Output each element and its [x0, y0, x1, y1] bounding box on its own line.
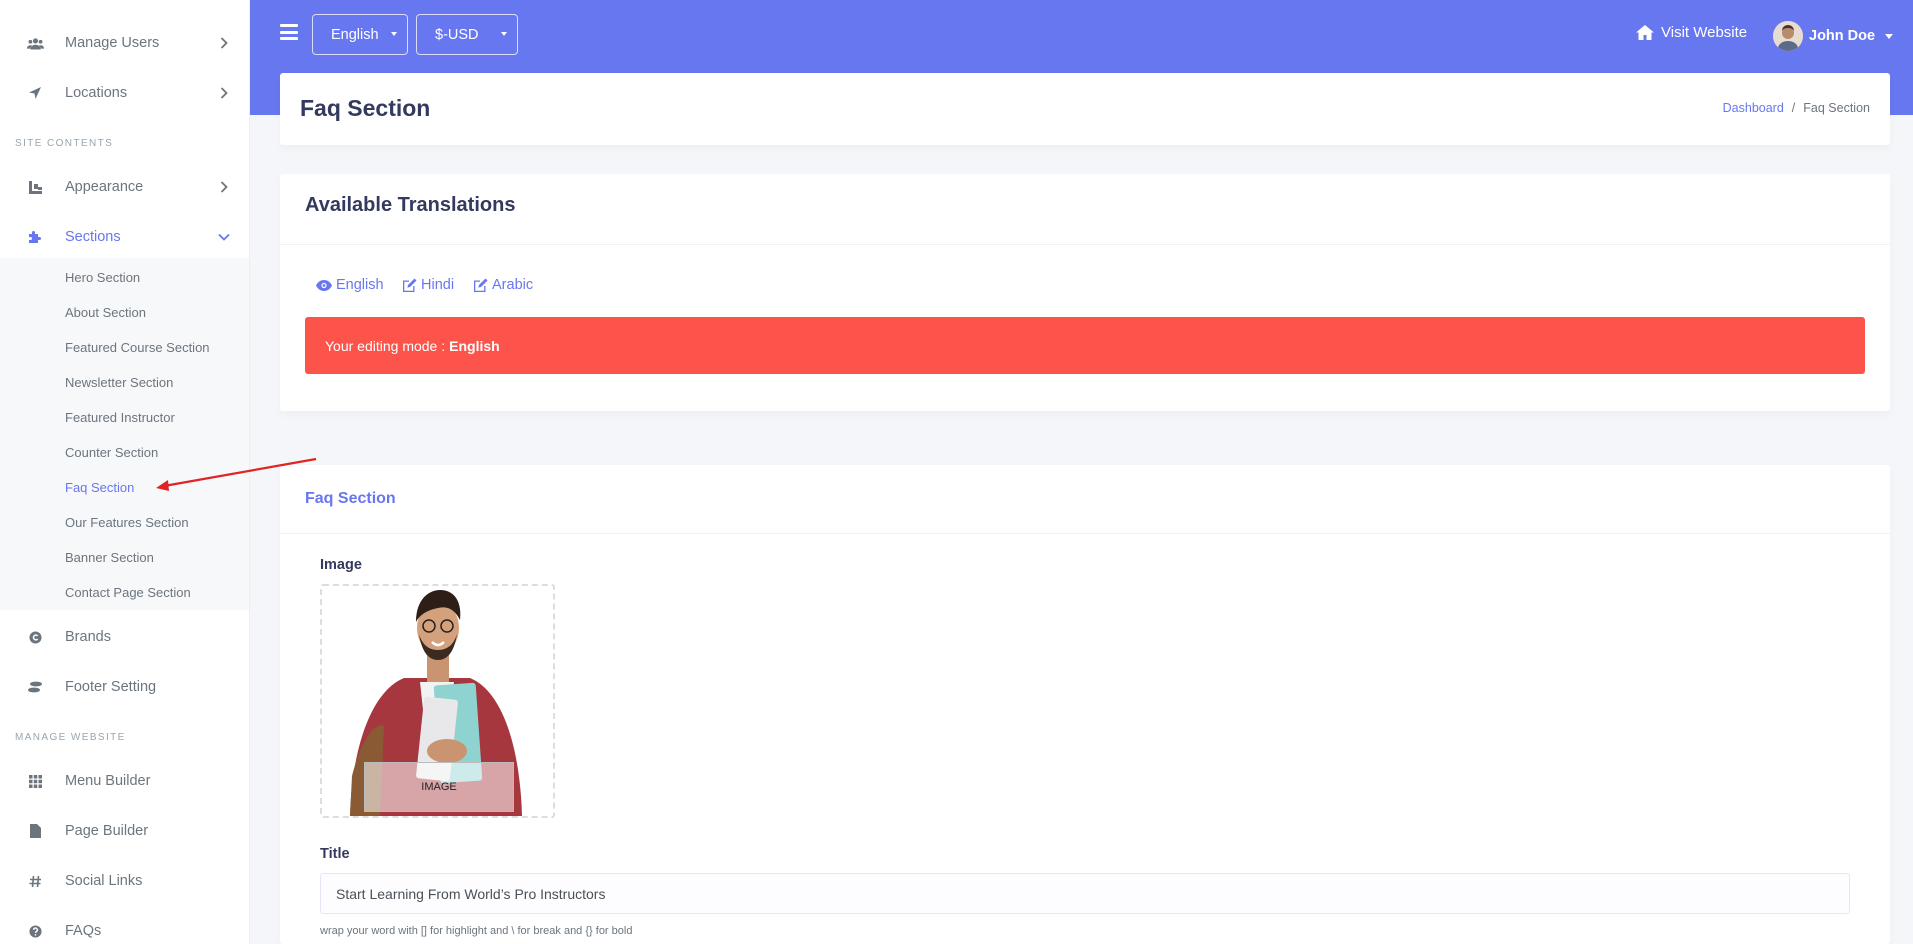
- sidebar-item-appearance[interactable]: Appearance: [0, 164, 249, 210]
- sidebar-item-faqs[interactable]: FAQs: [0, 908, 249, 944]
- grid-icon: [26, 772, 44, 790]
- sidebar-item-label: Menu Builder: [65, 773, 151, 789]
- edit-icon: [403, 278, 417, 292]
- annotation-arrow-icon: [156, 457, 317, 491]
- image-label: Image: [320, 557, 362, 573]
- sidebar-item-label: Social Links: [65, 873, 143, 889]
- avatar: [1773, 21, 1803, 51]
- title-label: Title: [320, 846, 350, 862]
- editing-mode-language: English: [449, 337, 500, 354]
- edit-icon: [474, 278, 488, 292]
- editing-mode-alert: Your editing mode : English: [305, 317, 1865, 374]
- currency-select[interactable]: $-USD: [416, 14, 518, 55]
- language-select[interactable]: English: [312, 14, 408, 55]
- sidebar-item-social-links[interactable]: Social Links: [0, 858, 249, 904]
- submenu-item-faq-section[interactable]: Faq Section: [65, 480, 134, 495]
- file-icon: [26, 822, 44, 840]
- translation-link-arabic[interactable]: Arabic: [473, 277, 533, 293]
- chevron-right-icon: [218, 181, 230, 193]
- sidebar-item-label: Brands: [65, 629, 111, 645]
- page-header-card: [280, 73, 1890, 145]
- sidebar-item-menu-builder[interactable]: Menu Builder: [0, 758, 249, 804]
- submenu-item-counter-section[interactable]: Counter Section: [65, 445, 158, 460]
- card-divider: [280, 244, 1890, 245]
- menu-header-site-contents: SITE CONTENTS: [15, 138, 114, 149]
- translation-link-english[interactable]: English: [316, 277, 384, 293]
- translation-link-label: Arabic: [492, 277, 534, 293]
- breadcrumb: Dashboard / Faq Section: [1723, 101, 1870, 115]
- language-select-value: English: [331, 26, 379, 43]
- chevron-down-icon: [218, 231, 230, 243]
- image-upload-preview[interactable]: IMAGE: [320, 584, 555, 818]
- breadcrumb-current: Faq Section: [1803, 101, 1870, 115]
- paint-brush-icon: [26, 178, 44, 196]
- visit-website-label: Visit Website: [1661, 24, 1748, 41]
- caret-down-icon: [391, 32, 397, 36]
- image-upload-label[interactable]: IMAGE: [364, 762, 514, 812]
- submenu-item-banner-section[interactable]: Banner Section: [65, 550, 154, 565]
- users-icon: [26, 34, 44, 52]
- card-divider: [280, 533, 1890, 534]
- sidebar-item-footer-setting[interactable]: Footer Setting: [0, 664, 249, 710]
- translations-heading: Available Translations: [305, 194, 516, 216]
- hashtag-icon: [26, 872, 44, 890]
- submenu-item-our-features-section[interactable]: Our Features Section: [65, 515, 189, 530]
- caret-down-icon: [1885, 33, 1894, 39]
- translation-link-hindi[interactable]: Hindi: [402, 277, 454, 293]
- shoe-prints-icon: [26, 678, 44, 696]
- page-title: Faq Section: [300, 95, 431, 121]
- location-arrow-icon: [26, 84, 44, 102]
- submenu-item-hero-section[interactable]: Hero Section: [65, 270, 140, 285]
- chevron-right-icon: [218, 37, 230, 49]
- sidebar-item-label: Appearance: [65, 179, 144, 195]
- sidebar-item-label: Page Builder: [65, 823, 149, 839]
- currency-select-value: $-USD: [435, 26, 479, 43]
- breadcrumb-separator: /: [1791, 101, 1796, 115]
- title-input[interactable]: [320, 873, 1850, 914]
- submenu-item-featured-instructor[interactable]: Featured Instructor: [65, 410, 175, 425]
- breadcrumb-dashboard-link[interactable]: Dashboard: [1723, 101, 1784, 115]
- sidebar-item-manage-users[interactable]: Manage Users: [0, 20, 249, 66]
- menu-header-manage-website: MANAGE WEBSITE: [15, 732, 126, 743]
- user-menu[interactable]: John Doe: [1773, 21, 1894, 51]
- title-help-text: wrap your word with [] for highlight and…: [320, 925, 633, 937]
- sidebar-item-locations[interactable]: Locations: [0, 70, 249, 116]
- home-icon: [1636, 25, 1654, 40]
- translation-link-label: English: [336, 277, 384, 293]
- submenu-item-contact-page-section[interactable]: Contact Page Section: [65, 585, 191, 600]
- sidebar-item-label: Locations: [65, 85, 128, 101]
- submenu-item-featured-course-section[interactable]: Featured Course Section: [65, 340, 210, 355]
- puzzle-piece-icon: [26, 228, 44, 246]
- sidebar-item-sections[interactable]: Sections: [0, 214, 249, 260]
- sections-submenu: Hero Section About Section Featured Cour…: [0, 258, 249, 610]
- copyright-icon: [26, 628, 44, 646]
- chevron-right-icon: [218, 87, 230, 99]
- submenu-item-about-section[interactable]: About Section: [65, 305, 146, 320]
- question-circle-icon: [26, 922, 44, 940]
- sidebar-item-label: FAQs: [65, 923, 102, 939]
- hamburger-menu-icon[interactable]: [280, 24, 298, 40]
- eye-icon: [316, 279, 332, 291]
- sidebar-item-brands[interactable]: Brands: [0, 614, 249, 660]
- caret-down-icon: [501, 32, 507, 36]
- editing-mode-prefix: Your editing mode :: [325, 337, 446, 354]
- sidebar-item-label: Manage Users: [65, 35, 160, 51]
- user-name: John Doe: [1809, 28, 1876, 44]
- sidebar-item-label: Sections: [65, 229, 121, 245]
- submenu-item-newsletter-section[interactable]: Newsletter Section: [65, 375, 173, 390]
- translation-link-label: Hindi: [421, 277, 455, 293]
- sidebar-item-label: Footer Setting: [65, 679, 157, 695]
- visit-website-link[interactable]: Visit Website: [1635, 24, 1747, 41]
- sidebar-item-page-builder[interactable]: Page Builder: [0, 808, 249, 854]
